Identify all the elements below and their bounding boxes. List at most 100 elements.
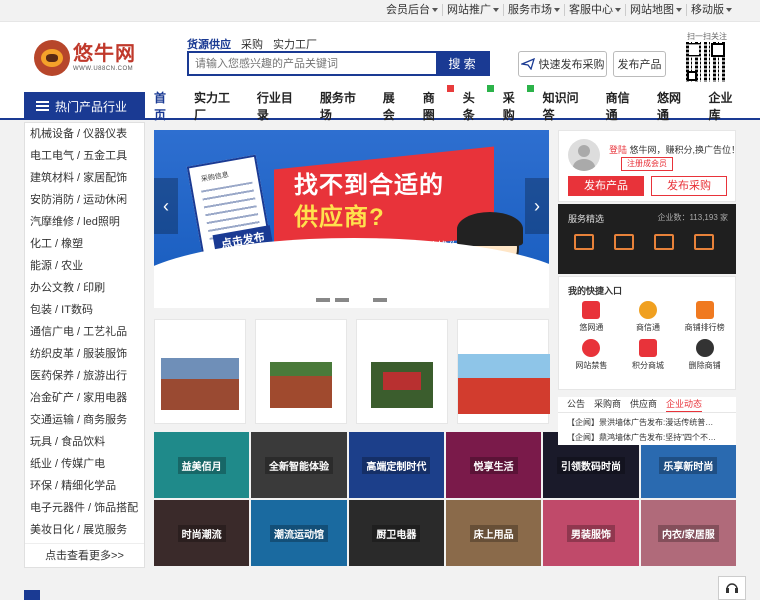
search-tab-purchase[interactable]: 采购: [241, 36, 263, 52]
nav-item[interactable]: 首页: [154, 89, 177, 123]
news-panel: 公告 采购商 供应商 企业动态 【企闻】景洪墙体广告发布:漫话传统普… 【企闻】鼎鸿墙…: [558, 397, 736, 445]
quick-entry-item[interactable]: 悠网通: [563, 301, 620, 333]
featured-thumbnails: [154, 319, 550, 424]
sidebar-category-item[interactable]: 玩具 / 食品饮料: [25, 431, 144, 453]
search-tab-supply[interactable]: 货源供应: [187, 36, 231, 52]
promo-ad-tile[interactable]: 悦享生活: [446, 432, 542, 498]
news-item[interactable]: 【企闻】景洪墙体广告发布:漫话传统普…: [567, 417, 733, 428]
news-tab[interactable]: 公告: [567, 397, 585, 412]
nav-item[interactable]: 企业库: [709, 89, 743, 123]
sidebar-category-item[interactable]: 化工 / 橡塑: [25, 233, 144, 255]
quick-entry-item[interactable]: 网站禁售: [563, 339, 620, 371]
promo-ad-tile[interactable]: 床上用品: [446, 500, 542, 566]
topbar-link[interactable]: 服务市场: [503, 4, 564, 16]
banner-dot[interactable]: [335, 298, 349, 302]
nav-item[interactable]: 悠网通: [657, 89, 691, 123]
category-menu-button[interactable]: 热门产品行业: [24, 92, 145, 120]
banner-next-arrow[interactable]: ›: [525, 178, 549, 234]
promo-ad-tile[interactable]: 益美佰月: [154, 432, 250, 498]
topbar-link[interactable]: 客服中心: [564, 4, 625, 16]
sidebar-category-item[interactable]: 电工电气 / 五金工具: [25, 145, 144, 167]
promo-ad-tile[interactable]: 潮流运动馆: [251, 500, 347, 566]
sidebar-category-item[interactable]: 能源 / 农业: [25, 255, 144, 277]
topbar-link[interactable]: 网站地图: [625, 4, 686, 16]
topbar-link[interactable]: 会员后台: [382, 4, 442, 16]
register-button[interactable]: 注册成会员: [621, 157, 673, 171]
thumbnail-card[interactable]: [154, 319, 246, 424]
site-logo[interactable]: 悠牛网 WWW.U88CN.COM: [34, 40, 136, 76]
topbar-link-label: 移动版: [691, 4, 724, 16]
sidebar-category-item[interactable]: 包装 / IT数码: [25, 299, 144, 321]
quick-entry-icon: [638, 339, 657, 357]
hero-banner[interactable]: 采购信息 点击发布 找不到合适的 供应商? 发布采购信息，让供应商主动找你 ‹ …: [154, 130, 549, 308]
logo-url: WWW.U88CN.COM: [73, 66, 134, 72]
customer-service-float-button[interactable]: [718, 576, 746, 600]
news-item[interactable]: 【企闻】鼎鸿墙体广告发布:坚持"四个不…: [567, 432, 733, 443]
sidebar-category-item[interactable]: 汽摩维修 / led照明: [25, 211, 144, 233]
search-input[interactable]: [189, 53, 439, 74]
banner-dot[interactable]: [316, 298, 330, 302]
nav-item[interactable]: 商信通: [606, 89, 640, 123]
basket-icon[interactable]: [654, 234, 674, 250]
sidebar-category-item[interactable]: 美妆日化 / 展览服务: [25, 519, 144, 541]
sidebar-category-item[interactable]: 交通运输 / 商务服务: [25, 409, 144, 431]
promo-ad-tile[interactable]: 内衣/家居服: [640, 500, 736, 566]
pavilion-icon[interactable]: [614, 234, 634, 250]
banner-dot-active[interactable]: [354, 298, 368, 302]
sidebar-category-item[interactable]: 办公文教 / 印刷: [25, 277, 144, 299]
sidebar-category-item[interactable]: 冶金矿产 / 家用电器: [25, 387, 144, 409]
nav-item[interactable]: 知识问答: [543, 89, 589, 123]
promo-ad-tile[interactable]: 男装服饰: [543, 500, 639, 566]
thumbnail-card[interactable]: [457, 319, 550, 424]
quick-entry-item[interactable]: 删除商铺: [676, 339, 733, 371]
quick-entry-item[interactable]: 商信通: [620, 301, 677, 333]
banner-prev-arrow[interactable]: ‹: [154, 178, 178, 234]
quick-entry-icon: [638, 301, 657, 319]
sidebar-category-item[interactable]: 建筑材料 / 家居配饰: [25, 167, 144, 189]
thumbnail-card[interactable]: [255, 319, 347, 424]
promo-ad-label: 全新智能体验: [264, 456, 333, 474]
sidebar-category-item[interactable]: 通信广电 / 工艺礼品: [25, 321, 144, 343]
quick-entry-label: 悠网通: [579, 323, 604, 332]
publish-product-button[interactable]: 发布产品: [613, 51, 666, 77]
avatar: [568, 139, 600, 171]
banner-dot[interactable]: [373, 298, 387, 302]
nav-badge-icon: [486, 85, 494, 92]
login-link[interactable]: 登陆: [609, 145, 627, 155]
sidebar-category-item[interactable]: 纸业 / 传媒广电: [25, 453, 144, 475]
news-tab[interactable]: 供应商: [630, 397, 657, 412]
nav-item[interactable]: 采购: [503, 85, 534, 123]
nav-item[interactable]: 商圈: [423, 85, 454, 123]
news-tab[interactable]: 企业动态: [666, 397, 703, 412]
quick-entry-item[interactable]: 积分商城: [620, 339, 677, 371]
nav-item[interactable]: 服务市场: [320, 89, 366, 123]
sidebar-more-link[interactable]: 点击查看更多>>: [25, 543, 144, 567]
sidebar-category-item[interactable]: 机械设备 / 仪器仪表: [25, 123, 144, 145]
nav-item[interactable]: 行业目录: [257, 89, 303, 123]
sidebar-category-item[interactable]: 安防消防 / 运动休闲: [25, 189, 144, 211]
sidebar-category-item[interactable]: 纺织皮革 / 服装服饰: [25, 343, 144, 365]
promo-ad-tile[interactable]: 厨卫电器: [348, 500, 444, 566]
quick-entry-item[interactable]: 商铺排行榜: [676, 301, 733, 333]
promo-ad-tile[interactable]: 全新智能体验: [251, 432, 347, 498]
chart-monitor-icon[interactable]: [694, 234, 714, 250]
panel-publish-purchase-button[interactable]: 发布采购: [651, 176, 727, 196]
banner-pagination: [316, 298, 387, 302]
news-tab[interactable]: 采购商: [594, 397, 621, 412]
search-button[interactable]: 搜 索: [436, 53, 488, 74]
sidebar-category-item[interactable]: 电子元器件 / 饰品搭配: [25, 497, 144, 519]
nav-item[interactable]: 头条: [463, 85, 494, 123]
sidebar-category-item[interactable]: 环保 / 精细化学品: [25, 475, 144, 497]
topbar-link[interactable]: 移动版: [686, 4, 736, 16]
nav-item[interactable]: 展会: [383, 89, 406, 123]
search-tab-factory[interactable]: 实力工厂: [273, 36, 317, 52]
promo-ad-tile[interactable]: 时尚潮流: [154, 500, 250, 566]
nav-item[interactable]: 实力工厂: [194, 89, 240, 123]
promo-ad-tile[interactable]: 高端定制时代: [348, 432, 444, 498]
thumbnail-card[interactable]: [356, 319, 448, 424]
panel-publish-product-button[interactable]: 发布产品: [568, 176, 644, 196]
topbar-link[interactable]: 网站推广: [442, 4, 503, 16]
truck-icon[interactable]: [574, 234, 594, 250]
sidebar-category-item[interactable]: 医药保养 / 旅游出行: [25, 365, 144, 387]
quick-purchase-button[interactable]: 快速发布采购: [518, 51, 607, 77]
